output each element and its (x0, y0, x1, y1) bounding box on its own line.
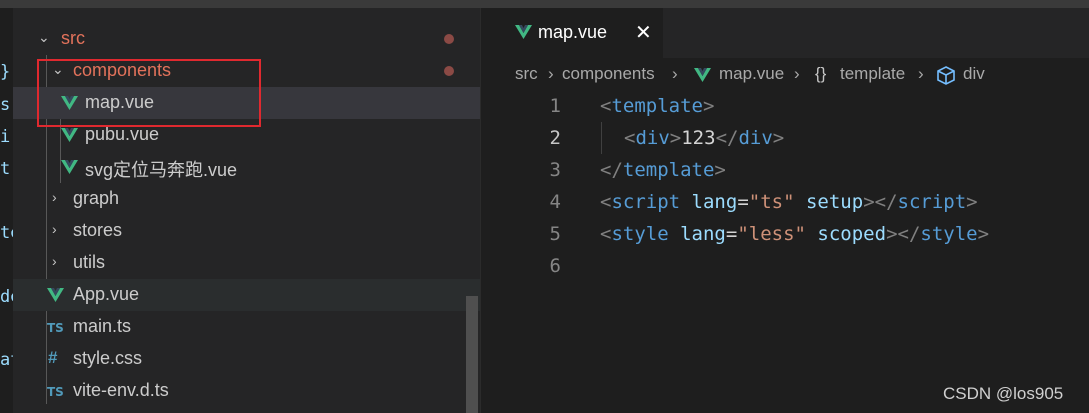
code-line: 3 </template> (493, 154, 1089, 186)
braces-icon: {} (815, 64, 827, 83)
tree-folder-utils[interactable]: › utils (13, 247, 480, 279)
code-editor: map.vue ✕ src › components › map.vue › {… (493, 8, 1089, 413)
line-number: 1 (549, 95, 561, 117)
cube-icon (936, 66, 956, 90)
tree-item-label: App.vue (73, 284, 140, 304)
css-file-icon: # (48, 348, 58, 367)
code-text: <script lang="ts" setup></script> (600, 191, 978, 213)
tree-item-label: main.ts (73, 316, 132, 336)
panel-divider[interactable] (480, 8, 493, 413)
tree-file-style-css[interactable]: # style.css (13, 343, 480, 375)
tree-file-svg-vue[interactable]: svg定位马奔跑.vue (13, 151, 480, 183)
breadcrumb-item[interactable]: template (840, 64, 905, 84)
code-line: 4 <script lang="ts" setup></script> (493, 186, 1089, 218)
vue-file-icon (61, 159, 78, 180)
chevron-right-icon: › (52, 253, 57, 269)
tab-label: map.vue (538, 22, 608, 42)
close-icon[interactable]: ✕ (635, 20, 652, 45)
chevron-right-icon: › (52, 221, 57, 237)
watermark: CSDN @los905 (943, 384, 1064, 403)
code-text: <template> (600, 95, 715, 117)
typescript-file-icon: TS (47, 385, 64, 399)
line-number: 5 (549, 223, 561, 245)
editor-tab-bar: map.vue ✕ (493, 8, 1089, 58)
chevron-right-icon: › (672, 64, 678, 83)
vue-file-icon (694, 67, 711, 88)
chevron-right-icon: › (548, 64, 554, 83)
breadcrumb-item[interactable]: src (515, 64, 538, 84)
code-fragment: ir (0, 127, 13, 147)
modified-dot (444, 34, 454, 44)
breadcrumb-item[interactable]: components (562, 64, 655, 84)
breadcrumb-item[interactable]: div (963, 64, 985, 84)
code-fragment: t: (0, 159, 13, 179)
background-editor-fragment: } s ir t: te de at (0, 8, 13, 413)
vue-file-icon (47, 287, 64, 308)
line-number: 4 (549, 191, 561, 213)
tree-item-label: src (61, 28, 85, 48)
breadcrumb-item[interactable]: map.vue (719, 64, 784, 84)
chevron-down-icon: ⌄ (38, 29, 50, 45)
code-text: <style lang="less" scoped></style> (600, 223, 990, 245)
code-text: </template> (600, 159, 726, 181)
tree-folder-graph[interactable]: › graph (13, 183, 480, 215)
line-number: 2 (549, 127, 561, 149)
tree-file-main-ts[interactable]: TS main.ts (13, 311, 480, 343)
line-number: 3 (549, 159, 561, 181)
tree-file-vite-env[interactable]: TS vite-env.d.ts (13, 375, 480, 407)
vue-file-icon (515, 24, 532, 45)
chevron-right-icon: › (52, 189, 57, 205)
code-fragment: } (0, 62, 11, 82)
code-line: 6 (493, 250, 1089, 282)
explorer-scrollbar-thumb[interactable] (466, 296, 478, 413)
tree-item-label: svg定位马奔跑.vue (85, 160, 238, 180)
tab-map-vue[interactable]: map.vue ✕ (493, 8, 663, 58)
breadcrumb: src › components › map.vue › {} template… (493, 58, 1089, 90)
tree-item-label: utils (73, 252, 106, 272)
tree-item-label: pubu.vue (85, 124, 160, 144)
window-top-strip (0, 0, 1089, 8)
tree-item-label: stores (73, 220, 123, 240)
chevron-right-icon: › (794, 64, 800, 83)
code-line: 2 <div>123</div> (493, 122, 1089, 154)
code-line: 1 <template> (493, 90, 1089, 122)
highlight-box (37, 59, 261, 127)
code-fragment: at (0, 350, 13, 370)
chevron-right-icon: › (918, 64, 924, 83)
code-fragment: te (0, 223, 13, 243)
code-line: 5 <style lang="less" scoped></style> (493, 218, 1089, 250)
code-fragment: s (0, 95, 11, 115)
code-fragment: de (0, 287, 13, 307)
typescript-file-icon: TS (47, 321, 64, 335)
tree-folder-src[interactable]: ⌄ src (13, 23, 480, 55)
code-text: <div>123</div> (624, 127, 785, 149)
tree-folder-stores[interactable]: › stores (13, 215, 480, 247)
tree-file-app-vue[interactable]: App.vue (13, 279, 480, 311)
tree-item-label: vite-env.d.ts (73, 380, 169, 400)
tree-item-label: graph (73, 188, 120, 208)
modified-dot (444, 66, 454, 76)
line-number: 6 (549, 255, 561, 277)
vue-file-icon (61, 127, 78, 148)
tree-item-label: style.css (73, 348, 143, 368)
